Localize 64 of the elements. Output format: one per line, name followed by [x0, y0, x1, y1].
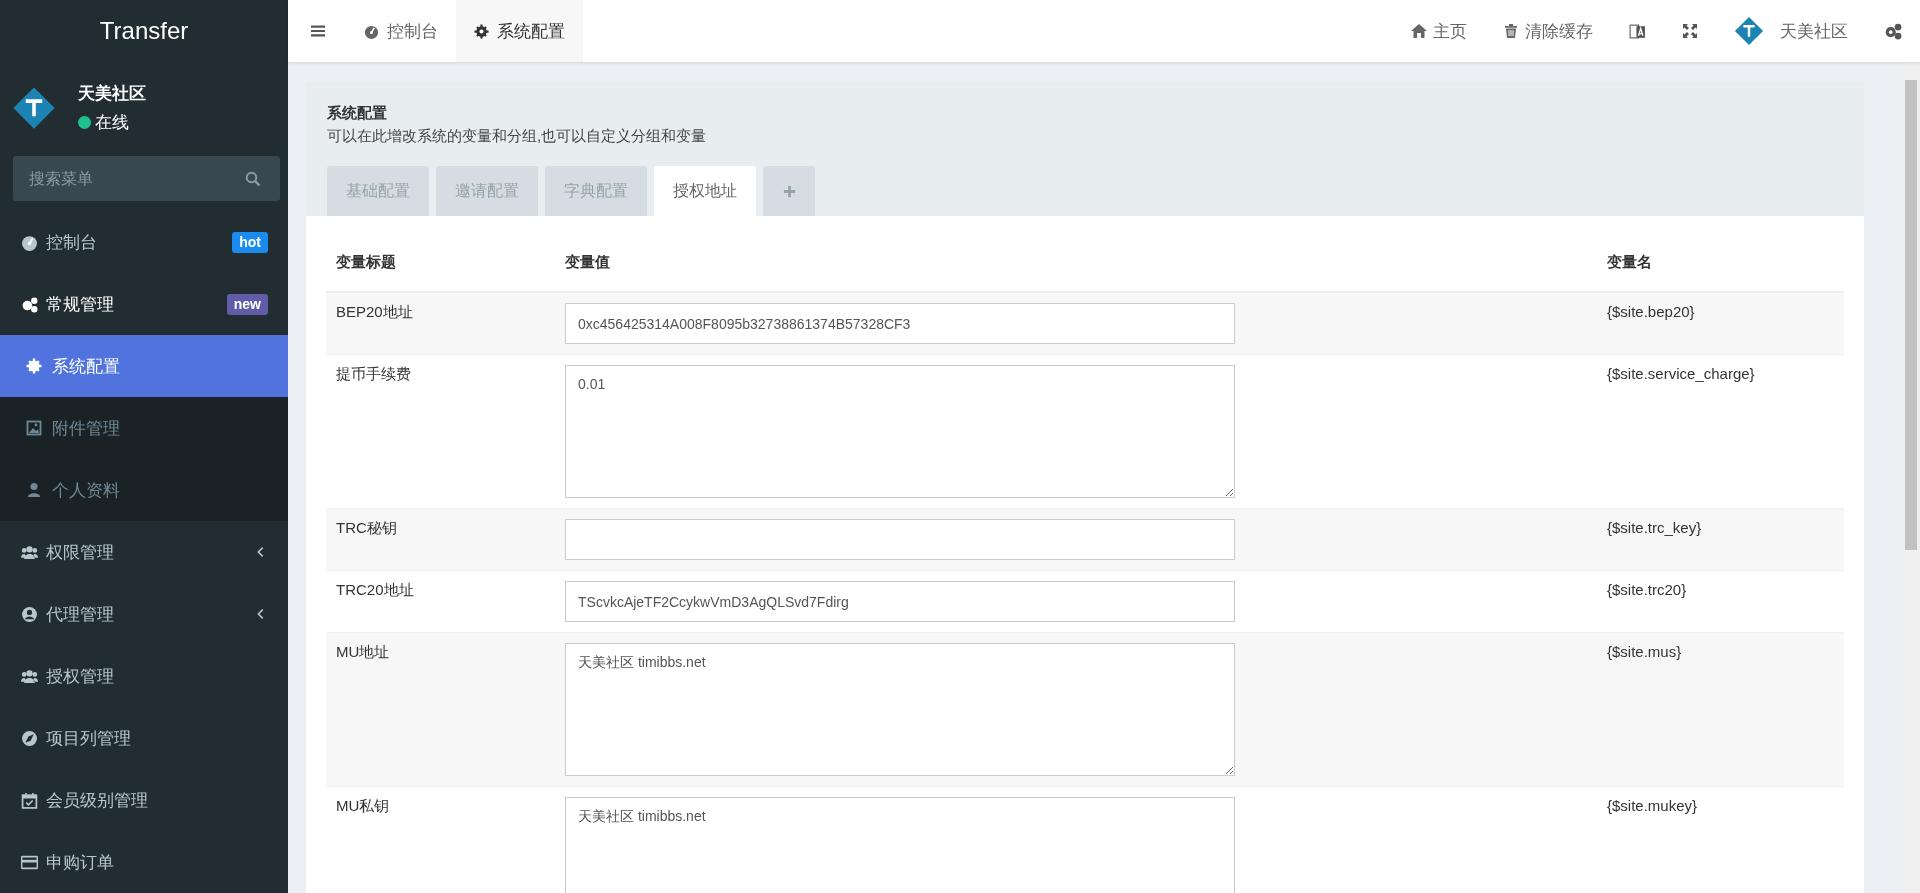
user-circle-icon [21, 605, 38, 623]
menu-badge: new [226, 293, 268, 315]
menu-item[interactable]: 控制台 hot [0, 211, 288, 274]
search-icon [245, 170, 261, 187]
user-name: 天美社区 [78, 83, 146, 106]
menu-item[interactable]: 权限管理 [0, 521, 288, 584]
nav-link[interactable]: 清除缓存 [1485, 0, 1611, 62]
credit-card-icon [21, 853, 38, 871]
avatar-logo [12, 86, 56, 131]
translate-icon [1629, 22, 1646, 40]
text-area[interactable]: 天美社区 timibbs.net [565, 643, 1235, 776]
users-icon [21, 543, 38, 561]
variable-name: {$site.mukey} [1607, 797, 1698, 814]
fullscreen-icon [1682, 23, 1698, 39]
menu-item[interactable]: 项目列管理 [0, 707, 288, 770]
text-field[interactable]: 0xc456425314A008F8095b32738861374B57328CF3 [565, 303, 1235, 344]
user-name[interactable]: 天美社区 [1780, 19, 1848, 43]
users-icon [21, 667, 38, 685]
submenu-item[interactable]: 系统配置 [0, 335, 288, 398]
config-tab[interactable]: 授权地址 [654, 166, 756, 216]
panel-description: 可以在此增改系统的变量和分组,也可以自定义分组和变量 [327, 127, 708, 146]
dashboard-icon [364, 23, 379, 39]
add-tab-button[interactable] [763, 166, 815, 216]
variable-name: {$site.bep20} [1607, 303, 1695, 320]
variable-title: TRC秘钥 [336, 519, 397, 536]
text-area[interactable]: 天美社区 timibbs.net [565, 797, 1235, 893]
trash-icon [1503, 23, 1519, 39]
search-field[interactable]: 搜索菜单 [13, 155, 280, 202]
variable-title: MU私钥 [336, 797, 390, 814]
menu-item[interactable]: 会员级别管理 [0, 769, 288, 832]
panel-title: 系统配置 [327, 104, 388, 123]
menu-icon [310, 23, 326, 39]
image-icon [26, 420, 42, 437]
calendar-check-icon [21, 791, 38, 809]
user-icon [26, 482, 42, 499]
text-area[interactable]: 0.01 [565, 365, 1235, 498]
home-icon [1411, 23, 1427, 39]
menu-item[interactable]: 代理管理 [0, 583, 288, 646]
scrollbar[interactable] [1902, 62, 1920, 893]
variable-name: {$site.mus} [1607, 643, 1682, 660]
submenu-item[interactable]: 个人资料 [0, 459, 288, 522]
menu-badge: hot [232, 231, 268, 253]
variable-name: {$site.trc_key} [1607, 519, 1702, 536]
avatar-logo [1734, 16, 1764, 46]
text-field[interactable]: TScvkcAjeTF2CcykwVmD3AgQLSvd7Fdirg [565, 581, 1235, 622]
nav-link[interactable]: 主页 [1393, 0, 1485, 62]
variable-title: BEP20地址 [336, 303, 413, 320]
menu-item[interactable]: 授权管理 [0, 645, 288, 708]
plus-icon [781, 183, 797, 199]
variable-title: MU地址 [336, 643, 390, 660]
variable-title: 提币手续费 [336, 365, 411, 382]
app-title: Transfer [98, 15, 190, 46]
compass-icon [21, 729, 38, 747]
page-tab[interactable]: 系统配置 [456, 0, 583, 62]
page-tab[interactable]: 控制台 [346, 0, 456, 62]
submenu-item[interactable]: 附件管理 [0, 397, 288, 460]
status-text: 在线 [95, 112, 129, 135]
variable-title: TRC20地址 [336, 581, 414, 598]
dashboard-icon [21, 233, 38, 251]
variable-name: {$site.trc20} [1607, 581, 1687, 598]
menu-item[interactable]: 申购订单 [0, 831, 288, 893]
menu-item[interactable]: 常规管理 new [0, 273, 288, 336]
text-field[interactable] [565, 519, 1235, 560]
variable-name: {$site.service_charge} [1607, 365, 1755, 382]
